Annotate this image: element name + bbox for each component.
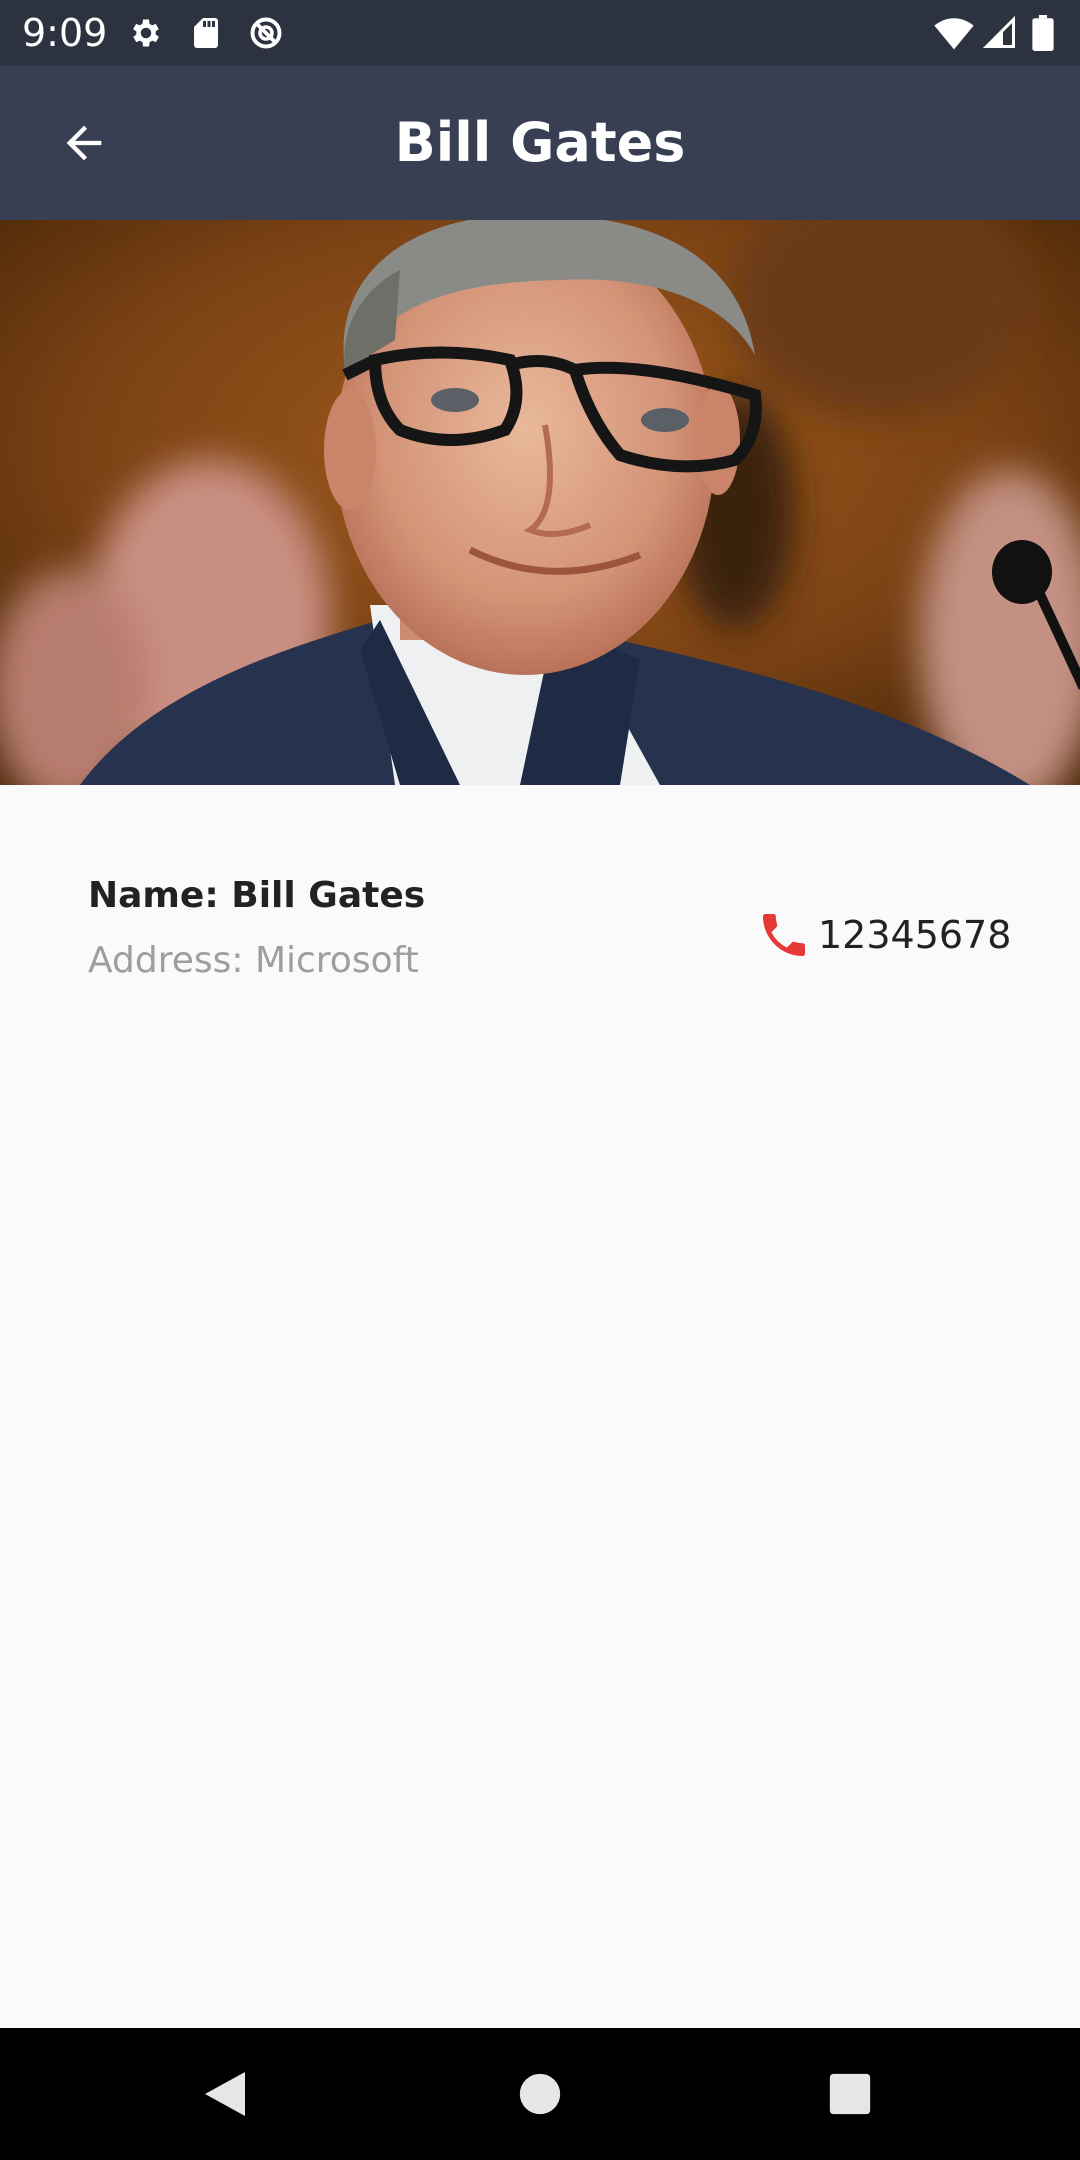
profile-details: Name: Bill Gates Address: Microsoft 1234… [0, 785, 1080, 2028]
back-triangle-icon [205, 2072, 245, 2116]
arrow-back-icon [66, 125, 102, 161]
phone-icon [763, 914, 805, 956]
recents-square-icon [829, 2073, 871, 2115]
nav-recents-button[interactable] [810, 2054, 890, 2134]
home-circle-icon [519, 2073, 561, 2115]
name-label: Name: Bill Gates [88, 875, 426, 916]
sd-card-icon [188, 15, 224, 51]
page-title: Bill Gates [394, 111, 686, 174]
back-button[interactable] [40, 99, 128, 187]
no-disturb-icon [248, 15, 284, 51]
wifi-icon [934, 15, 974, 51]
app-bar: Bill Gates [0, 66, 1080, 220]
phone-number: 12345678 [818, 913, 1012, 957]
signal-icon [982, 15, 1018, 51]
nav-home-button[interactable] [500, 2054, 580, 2134]
address-label: Address: Microsoft [88, 940, 419, 981]
battery-icon [1030, 15, 1056, 51]
profile-photo [0, 220, 1080, 785]
status-time: 9:09 [22, 11, 108, 55]
status-bar: 9:09 [0, 0, 1080, 66]
nav-back-button[interactable] [185, 2054, 265, 2134]
system-nav-bar [0, 2028, 1080, 2160]
phone-button[interactable]: 12345678 [756, 900, 1011, 970]
gear-icon [128, 15, 164, 51]
